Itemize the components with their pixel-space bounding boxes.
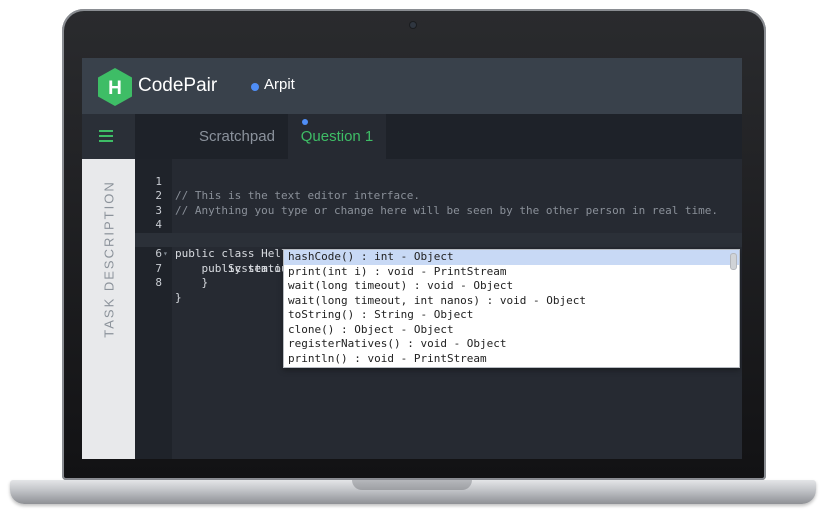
codepair-logo-icon: H (98, 68, 132, 106)
autocomplete-item[interactable]: wait(long timeout, int nanos) : void - O… (284, 294, 739, 309)
code-line[interactable]: 5 ▾ public static void main(String[] arg… (135, 218, 742, 275)
code-line[interactable]: 4 ▾ public class HelloWorld { (135, 204, 742, 260)
task-description-label: TASK DESCRIPTION (101, 180, 117, 338)
autocomplete-scrollbar[interactable] (730, 253, 737, 270)
code-line-active[interactable]: 6 System.out. (135, 232, 742, 275)
autocomplete-item[interactable]: clone() : Object - Object (284, 323, 739, 338)
code-line[interactable]: 1 // This is the text editor interface. (135, 160, 742, 203)
autocomplete-item[interactable]: registerNatives() : void - Object (284, 337, 739, 352)
line-number: 8 (155, 276, 162, 289)
app-header: H CodePair Arpit (82, 58, 742, 114)
task-description-panel[interactable]: TASK DESCRIPTION (82, 159, 135, 459)
screen: H CodePair Arpit Scratchpad Question 1 T… (82, 58, 742, 459)
svg-text:H: H (108, 78, 122, 99)
laptop-notch (352, 480, 472, 490)
code-text: } (175, 290, 182, 304)
user-status-dot (251, 83, 259, 91)
tab-scratchpad[interactable]: Scratchpad (182, 114, 292, 159)
menu-button[interactable] (82, 114, 135, 159)
autocomplete-popup: hashCode() : int - Object print(int i) :… (283, 249, 740, 368)
code-line[interactable]: 3 (135, 189, 742, 217)
presence-dot (302, 119, 308, 125)
user-name[interactable]: Arpit (264, 76, 295, 93)
autocomplete-item[interactable]: toString() : String - Object (284, 308, 739, 323)
brand-name: CodePair (138, 75, 218, 96)
code-text: } (175, 276, 209, 289)
autocomplete-item[interactable]: println() : void - PrintStream (284, 352, 739, 367)
autocomplete-item[interactable]: print(int i) : void - PrintStream (284, 265, 739, 280)
tab-bar: Scratchpad Question 1 (82, 114, 742, 159)
hamburger-icon (99, 130, 113, 145)
autocomplete-item[interactable]: wait(long timeout) : void - Object (284, 279, 739, 294)
code-line[interactable]: 2 // Anything you type or change here wi… (135, 175, 742, 217)
autocomplete-item-selected[interactable]: hashCode() : int - Object (284, 250, 739, 265)
camera-icon (410, 22, 416, 28)
